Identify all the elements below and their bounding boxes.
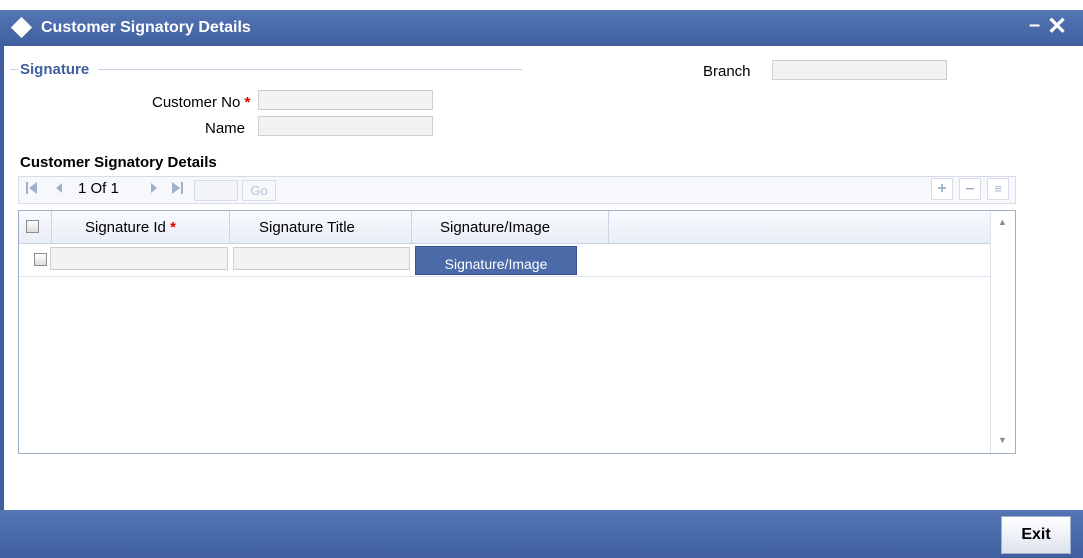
column-header-signature-image: Signature/Image xyxy=(440,219,551,236)
name-label: Name xyxy=(205,120,246,137)
first-page-icon[interactable] xyxy=(26,181,38,198)
single-view-icon[interactable]: ≡ xyxy=(987,178,1009,200)
signature-title-input[interactable] xyxy=(233,247,410,270)
name-field[interactable] xyxy=(258,116,433,136)
column-header-signature-title: Signature Title xyxy=(259,219,355,236)
customer-no-label-text: Customer No xyxy=(152,94,241,111)
row-select-checkbox[interactable] xyxy=(34,253,47,266)
page-indicator: 1 Of 1 xyxy=(78,180,119,197)
add-row-icon[interactable]: + xyxy=(931,178,953,200)
page-number-input[interactable] xyxy=(194,180,238,201)
grid-header: Signature Id * Signature Title Signature… xyxy=(19,211,991,244)
table-row: Signature/Image xyxy=(19,244,991,277)
select-all-checkbox[interactable] xyxy=(26,220,39,233)
window-title: Customer Signatory Details xyxy=(41,19,251,36)
go-button[interactable]: Go xyxy=(242,180,276,201)
diamond-logo-icon xyxy=(10,16,33,39)
signatory-grid: Signature Id * Signature Title Signature… xyxy=(18,210,1016,454)
column-separator xyxy=(411,211,412,243)
signature-id-header-label: Signature Id xyxy=(85,219,166,236)
column-separator xyxy=(51,211,52,243)
last-page-icon[interactable] xyxy=(171,181,185,198)
column-separator xyxy=(608,211,609,243)
signature-legend: Signature xyxy=(20,61,90,78)
prev-page-icon[interactable] xyxy=(54,181,64,198)
column-separator xyxy=(229,211,230,243)
fieldset-line-right xyxy=(98,69,522,70)
delete-row-icon[interactable]: – xyxy=(959,178,981,200)
window-left-border xyxy=(0,46,4,510)
close-button[interactable]: ✕ xyxy=(1047,12,1067,41)
customer-no-field[interactable] xyxy=(258,90,433,110)
grid-scrollbar[interactable]: ▲ ▼ xyxy=(990,211,1015,453)
next-page-icon[interactable] xyxy=(149,181,159,198)
column-header-signature-id: Signature Id * xyxy=(85,219,176,236)
footer-bar xyxy=(0,510,1083,558)
required-mark: * xyxy=(244,94,251,111)
title-bar: Customer Signatory Details – ✕ xyxy=(0,10,1083,46)
branch-field[interactable] xyxy=(772,60,947,80)
grid-toolbar xyxy=(18,176,1016,204)
section-title: Customer Signatory Details xyxy=(20,154,217,171)
required-mark: * xyxy=(170,219,176,236)
branch-label: Branch xyxy=(703,63,751,80)
scroll-up-icon[interactable]: ▲ xyxy=(998,217,1007,227)
signature-id-input[interactable] xyxy=(50,247,228,270)
scroll-down-icon[interactable]: ▼ xyxy=(998,435,1007,445)
exit-button[interactable]: Exit xyxy=(1001,516,1071,554)
fieldset-line-left xyxy=(10,69,18,70)
customer-no-label: Customer No * xyxy=(152,94,250,111)
signature-image-button[interactable]: Signature/Image xyxy=(415,246,577,275)
minimize-button[interactable]: – xyxy=(1029,14,1040,37)
